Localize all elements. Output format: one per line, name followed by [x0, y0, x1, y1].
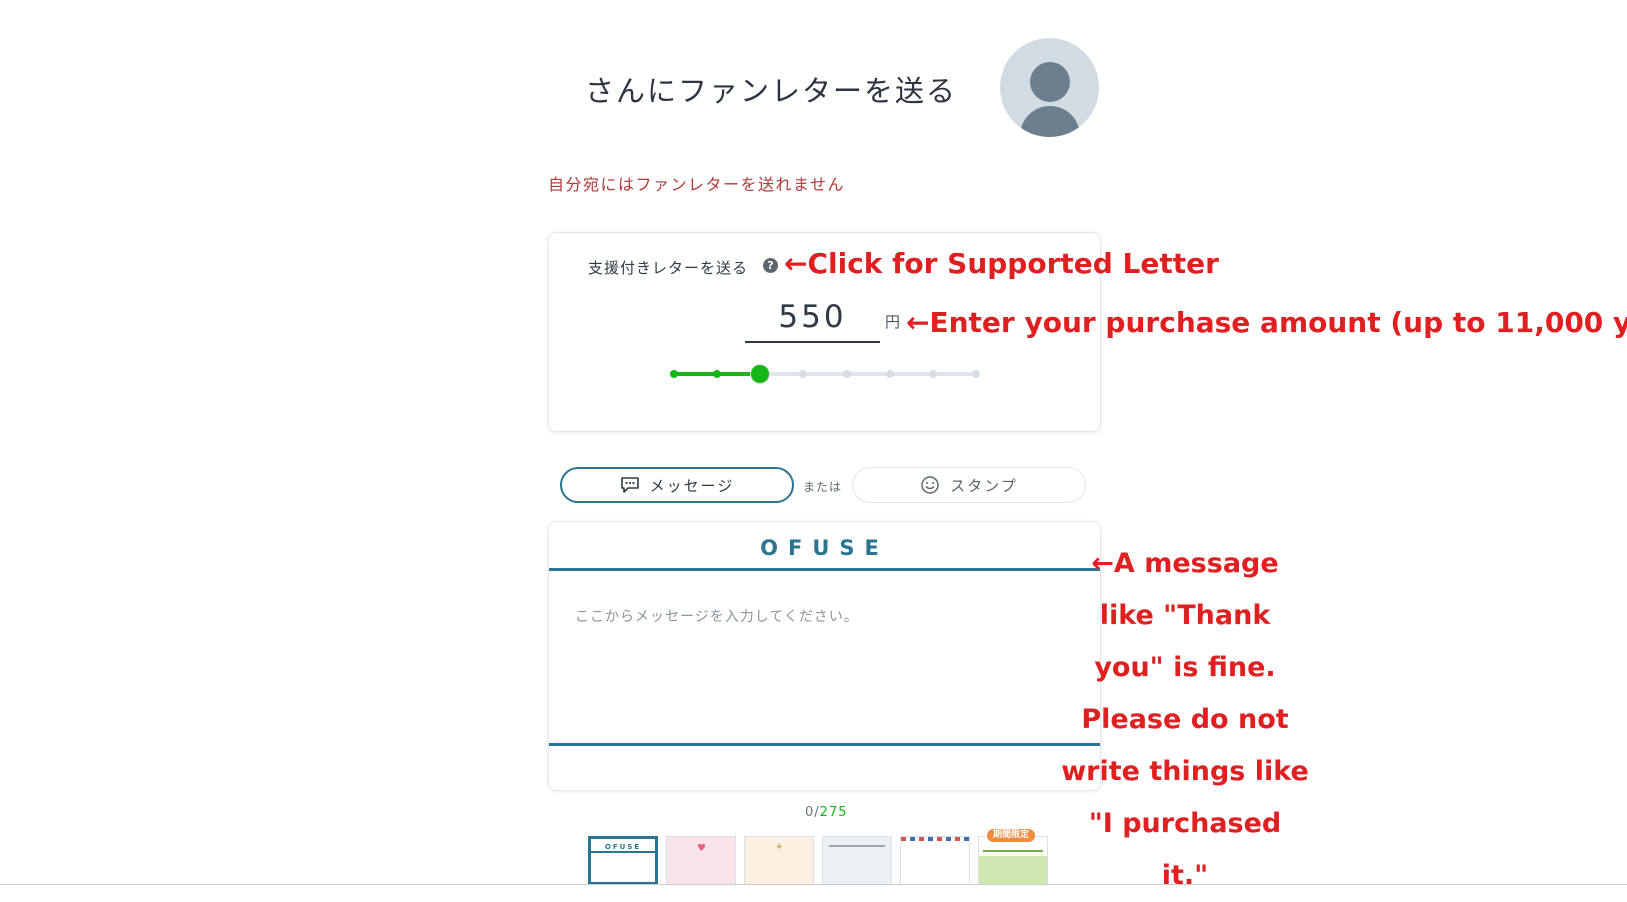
slider-step[interactable]: [928, 370, 937, 378]
template-grey-rule: [829, 845, 885, 847]
message-textarea[interactable]: [575, 606, 1075, 726]
counter-current: 0: [805, 805, 815, 820]
slider-step[interactable]: [670, 370, 678, 378]
speech-bubble-icon: [620, 477, 639, 493]
tab-message-label: メッセージ: [649, 476, 735, 495]
annotation-line: "I purchased: [1088, 808, 1282, 839]
help-icon[interactable]: ?: [763, 258, 778, 273]
slider-step[interactable]: [713, 370, 722, 378]
amount-slider[interactable]: [668, 364, 980, 384]
annotation-supported-letter: ←Click for Supported Letter: [784, 247, 1219, 280]
letter-bottom-rule: [549, 743, 1100, 746]
yen-unit: 円: [885, 313, 901, 331]
annotation-line: you" is fine.: [1094, 652, 1276, 683]
template-ofuse-rule: [591, 851, 655, 853]
tab-stamp[interactable]: スタンプ: [852, 467, 1086, 503]
annotation-line: like "Thank: [1099, 600, 1271, 631]
annotation-line: ←A message: [1091, 548, 1279, 579]
or-label: または: [803, 480, 843, 494]
annotation-purchase-amount: ←Enter your purchase amount (up to 11,00…: [906, 306, 1627, 339]
letter-top-rule: [549, 568, 1100, 571]
template-airmail[interactable]: [900, 836, 970, 885]
slider-step[interactable]: [842, 370, 851, 378]
smile-icon: [921, 476, 939, 494]
grass-line: [983, 850, 1043, 852]
airmail-stripe: [901, 837, 969, 841]
slider-thumb[interactable]: [750, 364, 771, 384]
slider-step[interactable]: [799, 370, 808, 378]
self-send-notice: 自分宛にはファンレターを送れません: [548, 175, 846, 194]
template-beige-sparkle[interactable]: ✦: [744, 836, 814, 885]
ofuse-logo: OFUSE: [760, 536, 889, 560]
template-ofuse[interactable]: OFUSE: [588, 836, 658, 885]
limited-badge: 期間限定: [987, 829, 1036, 842]
template-grey-pattern[interactable]: [822, 836, 892, 885]
template-pink-heart[interactable]: ♥: [666, 836, 736, 885]
template-limited-green[interactable]: [978, 836, 1048, 885]
page-title: さんにファンレターを送る: [585, 74, 958, 108]
counter-max: 275: [819, 805, 848, 820]
template-ofuse-label: OFUSE: [604, 843, 642, 851]
annotation-message-advice: ←A message like "Thank you" is fine. Ple…: [1050, 538, 1320, 902]
avatar[interactable]: [1000, 38, 1099, 137]
amount-input[interactable]: [745, 293, 880, 343]
support-letter-label[interactable]: 支援付きレターを送る: [588, 257, 748, 278]
annotation-line: Please do not: [1081, 704, 1289, 735]
slider-step[interactable]: [885, 370, 894, 378]
sparkle-icon: ✦: [775, 842, 784, 853]
character-counter: 0/275: [805, 805, 848, 820]
annotation-line: it.": [1161, 860, 1209, 891]
heart-icon: ♥: [697, 843, 706, 854]
avatar-head: [1030, 62, 1070, 102]
letter-card: OFUSE: [548, 521, 1101, 791]
annotation-line: write things like: [1061, 756, 1309, 787]
tab-stamp-label: スタンプ: [950, 476, 1018, 495]
avatar-body: [1020, 106, 1080, 137]
template-strip: OFUSE ♥ ✦: [588, 836, 1048, 885]
tab-message[interactable]: メッセージ: [560, 467, 794, 503]
slider-step[interactable]: [972, 370, 980, 378]
